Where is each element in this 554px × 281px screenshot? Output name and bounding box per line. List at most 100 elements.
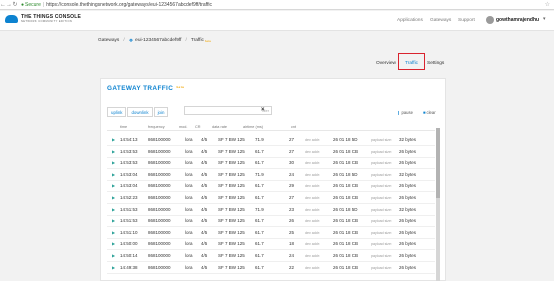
table-row[interactable]: ▶ dev addr: payload size: 14:51:53 868100000… [107,205,435,216]
cell-time: 14:54:13 [120,137,138,142]
cell-airtime: 61.7 [255,148,264,154]
ttn-logo[interactable]: THE THINGS CONSOLE NETWORK COMMUNITY EDI… [5,15,81,23]
cell-time: 14:53:04 [120,171,138,177]
filter-input[interactable]: filter [184,106,272,115]
cell-payload-size: 26 bytes [399,183,417,189]
cloud-logo-icon [5,15,18,23]
cell-coding-rate: 4/5 [201,218,208,224]
cell-airtime: 61.7 [255,253,264,258]
cell-time: 14:51:53 [120,206,138,212]
cell-data-rate: SF 7 BW 125 [218,206,245,212]
cell-time: 14:51:53 [120,218,138,224]
payload-size-label: payload size: [371,149,392,154]
payload-size-label: payload size: [371,230,392,235]
dev-addr-label: dev addr: [305,172,320,177]
column-header-data-rate: data rate [212,125,227,129]
payload-size-label: payload size: [371,265,392,270]
filter-buttons: uplink downlink join [107,107,169,117]
app-header: THE THINGS CONSOLE NETWORK COMMUNITY EDI… [0,11,554,31]
table-row[interactable]: ▶ dev addr: payload size: 14:53:04 868100000… [107,170,435,181]
cell-data-rate: SF 7 BW 125 [218,183,245,189]
card-title-text: GATEWAY TRAFFIC [107,85,174,92]
cell-modulation: lora [185,183,193,189]
cell-data-rate: SF 7 BW 125 [218,264,245,270]
cell-modulation: lora [185,206,193,212]
breadcrumb-gateway-id[interactable]: eui-1234567abcdef9ff [135,38,181,43]
table-row[interactable]: ▶ dev addr: payload size: 14:53:53 868100000… [107,147,435,158]
cell-payload-size: 26 bytes [399,241,417,247]
close-icon[interactable]: × [261,106,265,115]
breadcrumb-traffic: Traffic [190,38,204,43]
cell-dev-addr: 26 01 18 CB [333,195,359,200]
cell-time: 14:53:04 [120,183,138,189]
logo-edition: COMMUNITY EDITION [38,20,73,23]
filter-downlink-button[interactable]: downlink [127,107,153,117]
cell-modulation: lora [185,229,193,235]
table-row[interactable]: ▶ dev addr: payload size: 14:53:04 868100000… [107,181,435,193]
uplink-arrow-icon: ▶ [112,241,116,247]
clear-button[interactable]: ■clear [423,110,436,115]
avatar[interactable] [486,16,494,24]
cell-frequency: 868100000 [148,183,171,189]
payload-size-label: payload size: [371,196,392,200]
pause-button[interactable]: ❙pause [397,110,413,115]
table-row[interactable]: ▶ dev addr: payload size: 14:54:13 868100000… [107,135,435,146]
filter-uplink-button[interactable]: uplink [107,107,127,117]
table-row[interactable]: ▶ dev addr: payload size: 14:49:38 868100000… [107,263,435,274]
reload-icon[interactable]: ↻ [12,0,18,10]
table-row[interactable]: ▶ dev addr: payload size: 14:50:00 868100000… [107,239,435,251]
cell-data-rate: SF 7 BW 125 [218,218,245,224]
cell-payload-size: 32 bytes [399,171,417,177]
cell-count: 29 [289,183,295,189]
scrollbar-thumb[interactable] [436,128,440,198]
gateway-traffic-card: GATEWAY TRAFFIC beta uplink downlink joi… [100,78,446,281]
table-row[interactable]: ▶ dev addr: payload size: 14:51:10 868100000… [107,228,435,239]
table-row[interactable]: ▶ dev addr: payload size: 14:52:23 868100000… [107,193,435,204]
cell-coding-rate: 4/5 [201,229,208,235]
trash-icon: ■ [423,110,426,115]
cell-count: 18 [289,241,295,247]
payload-size-label: payload size: [371,219,392,224]
breadcrumb-gateways[interactable]: Gateways [98,38,119,43]
nav-gateways[interactable]: Gateways [430,18,451,23]
cell-data-rate: SF 7 BW 125 [218,253,245,258]
cell-count: 27 [289,148,295,154]
nav-applications[interactable]: Applications [397,18,423,23]
payload-size-label: payload size: [371,172,392,177]
cell-frequency: 868100000 [148,264,171,270]
cell-airtime: 61.7 [255,264,264,270]
nav-support[interactable]: Support [458,18,475,23]
column-header-cr: CR [195,125,201,129]
table-row[interactable]: ▶ dev addr: payload size: 14:50:14 868100000… [107,251,435,262]
bookmark-star-icon[interactable]: ☆ [545,1,550,8]
uplink-arrow-icon: ▶ [112,160,116,166]
table-row[interactable]: ▶ dev addr: payload size: 14:53:53 868100000… [107,158,435,170]
url-field[interactable]: https://console.thethingsnetwork.org/gat… [46,2,212,8]
tab-settings[interactable]: Settings [427,61,444,66]
dev-addr-label: dev addr: [305,196,320,200]
cell-count: 30 [289,160,295,166]
url-separator: | [42,1,45,8]
cell-payload-size: 26 bytes [399,160,417,166]
username[interactable]: gowthamrajendhu [496,17,539,23]
cell-frequency: 868100000 [148,137,171,142]
chevron-down-icon[interactable]: ▾ [543,16,546,22]
dev-addr-label: dev addr: [305,265,320,270]
dev-addr-label: dev addr: [305,254,320,258]
dev-addr-label: dev addr: [305,219,320,224]
cell-payload-size: 26 bytes [399,148,417,154]
card-title: GATEWAY TRAFFIC beta [107,85,184,92]
uplink-arrow-icon: ▶ [112,218,116,224]
table-row[interactable]: ▶ dev addr: payload size: 14:51:53 868100000… [107,216,435,228]
cell-frequency: 868100000 [148,171,171,177]
cell-dev-addr: 26 01 18 CB [333,218,359,224]
payload-size-label: payload size: [371,242,392,247]
filter-join-button[interactable]: join [153,107,169,117]
cell-time: 14:52:23 [120,195,138,200]
column-header-mod: mod. [179,125,188,129]
breadcrumb-separator: / [123,38,125,43]
cell-time: 14:50:14 [120,253,138,258]
uplink-arrow-icon: ▶ [112,253,116,258]
tab-overview[interactable]: Overview [376,61,396,66]
cell-time: 14:51:10 [120,229,138,235]
